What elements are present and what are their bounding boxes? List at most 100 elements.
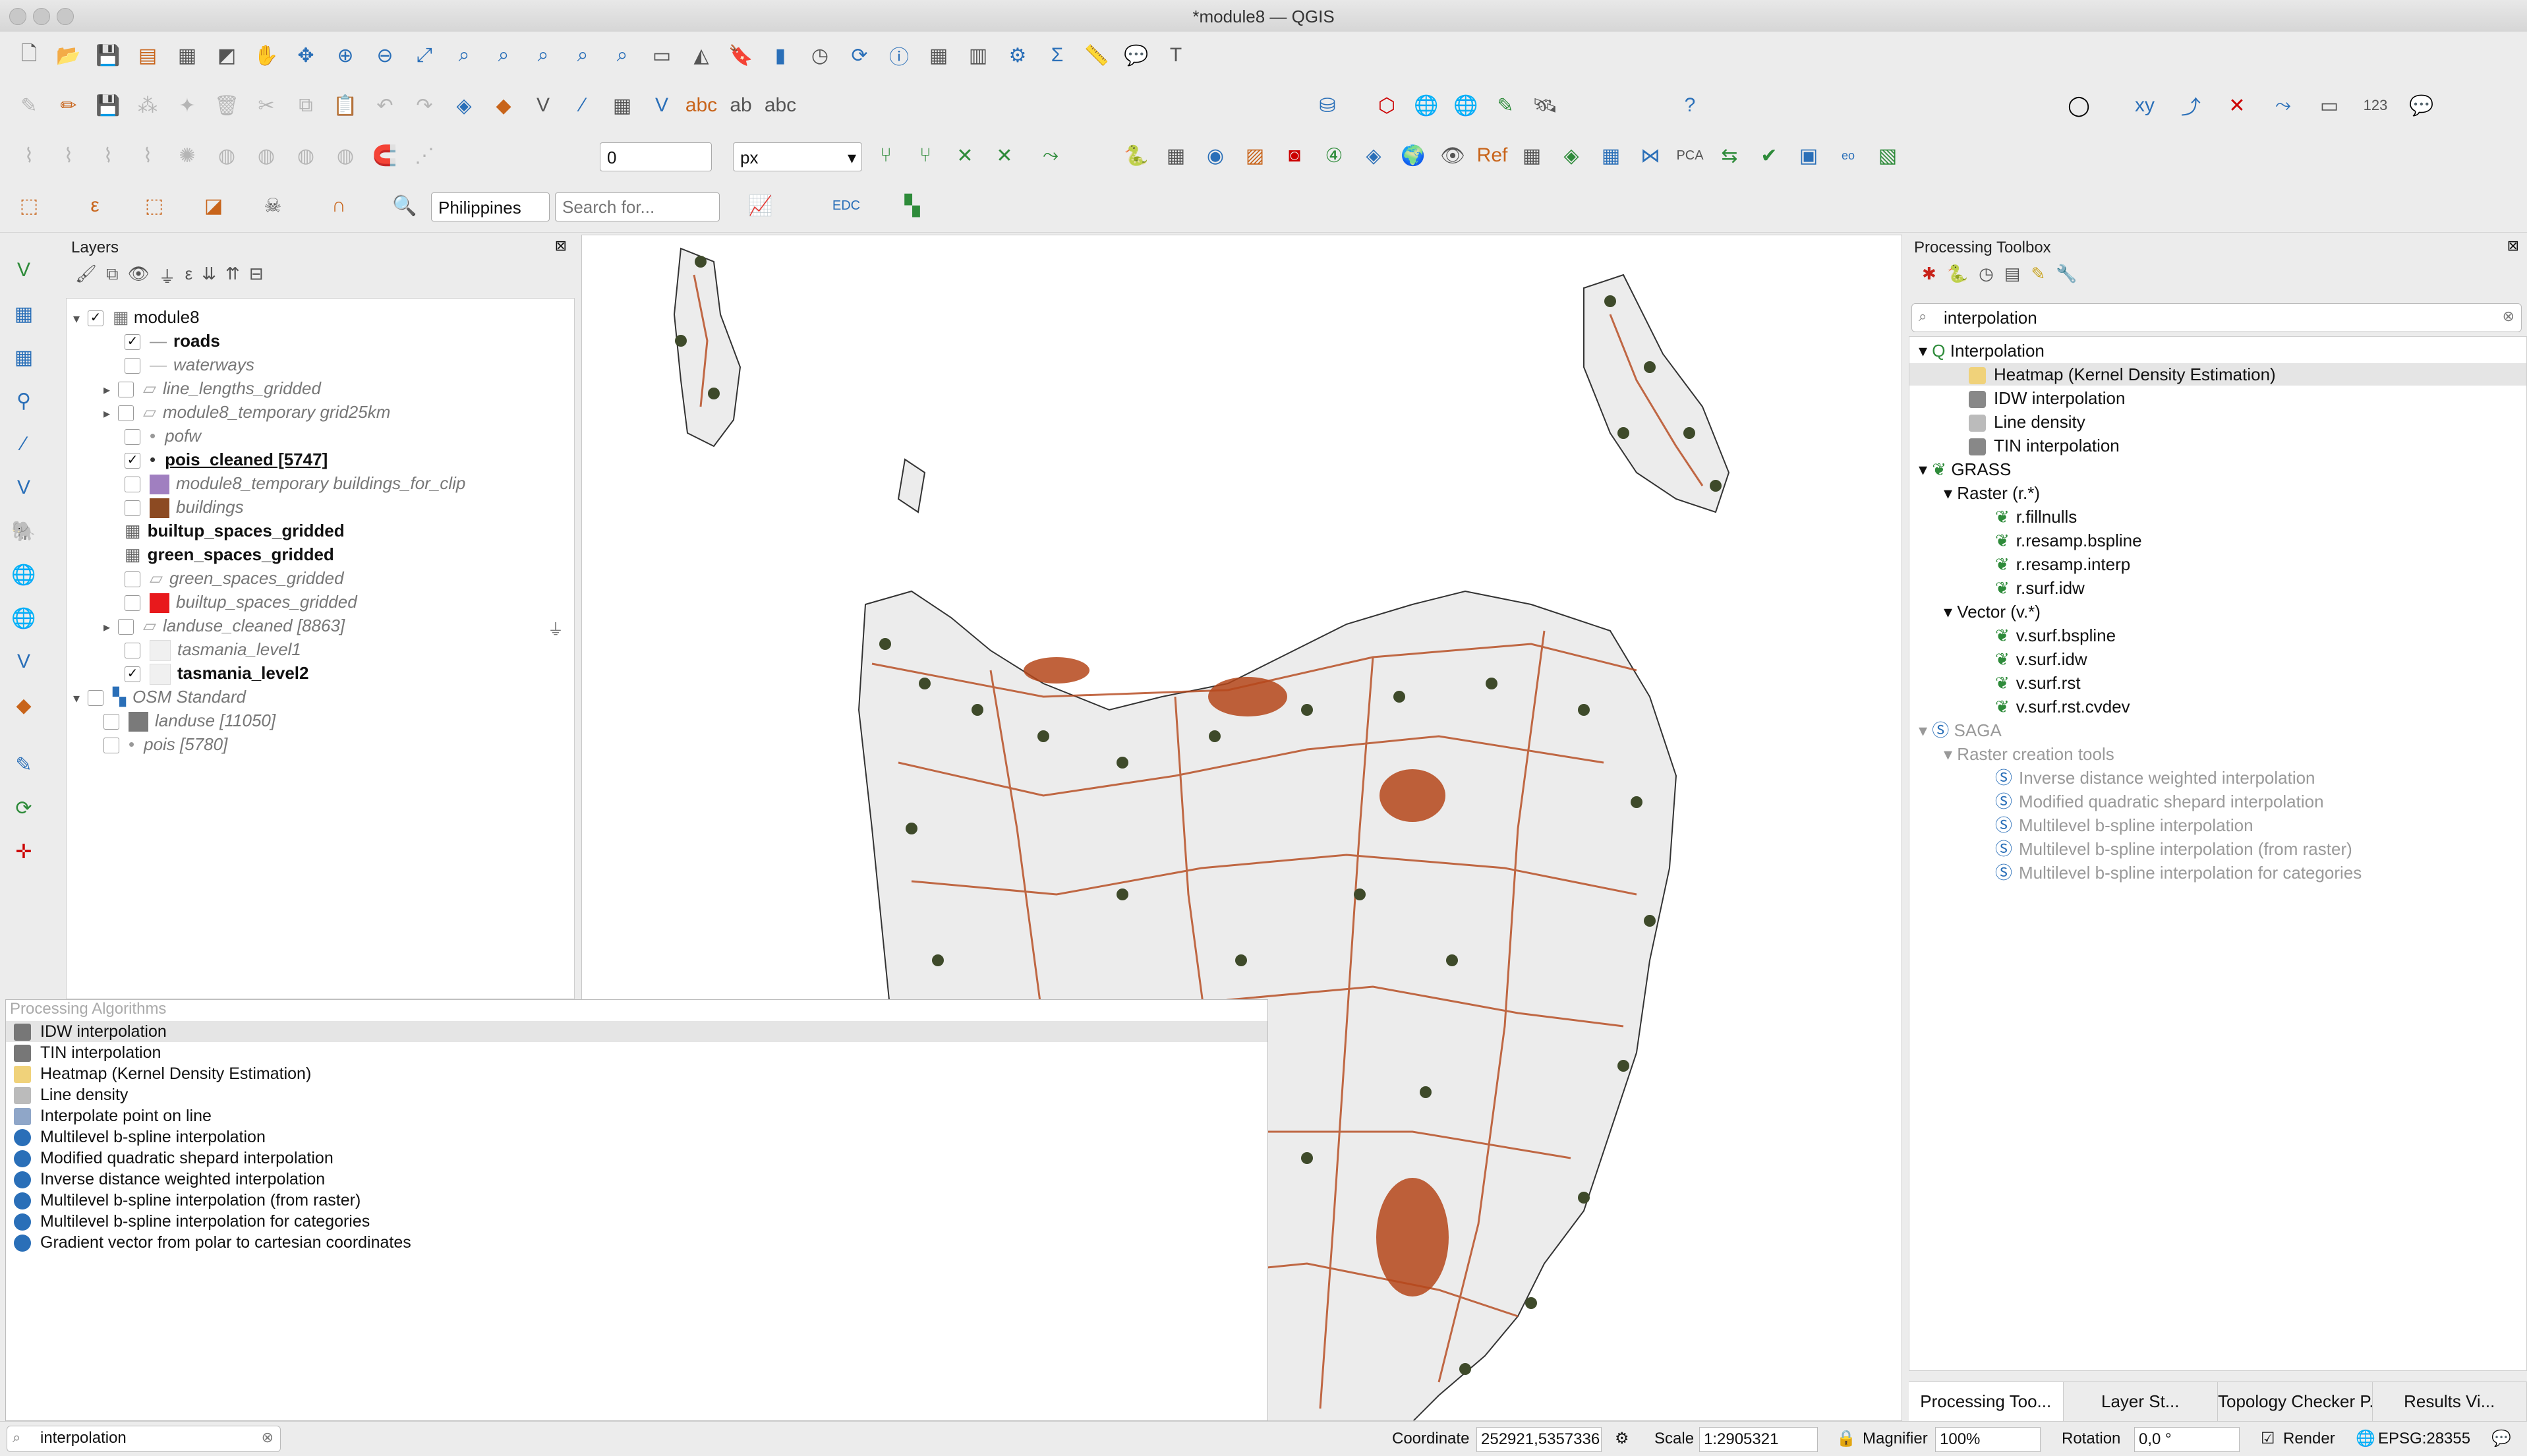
add-raster-icon[interactable]: ▦: [8, 298, 40, 330]
toggle-editing-icon[interactable]: ✏: [53, 90, 84, 121]
locator-result[interactable]: Multilevel b-spline interpolation for ca…: [6, 1211, 1267, 1232]
tree-item-grass[interactable]: ❦r.resamp.interp: [1995, 553, 2130, 575]
layer-checkbox[interactable]: [103, 714, 119, 730]
collapse-arrow-icon[interactable]: ▾: [73, 307, 88, 331]
tree-group-raster[interactable]: ▾ Raster (r.*): [1944, 482, 2040, 504]
snapping-mode-icon[interactable]: ⋰: [409, 140, 440, 171]
rotate-feature-icon[interactable]: ⌇: [92, 140, 124, 171]
models-icon[interactable]: ✱: [1922, 264, 1936, 284]
layout-manager-icon[interactable]: ▦: [171, 40, 203, 71]
expand-arrow-icon[interactable]: ▸: [103, 402, 118, 426]
add-postgis-icon[interactable]: 🐘: [8, 515, 40, 547]
layer-row[interactable]: landuse [11050]: [103, 709, 276, 732]
tree-item-grass[interactable]: ❦r.resamp.bspline: [1995, 529, 2142, 552]
text-annotation-icon[interactable]: T: [1160, 40, 1192, 71]
measure-icon[interactable]: 📏: [1081, 40, 1113, 71]
layer-row[interactable]: •pois [5780]: [103, 732, 227, 756]
numbering-tool-icon[interactable]: 123: [2360, 90, 2391, 121]
select-by-expression-icon[interactable]: ε: [79, 190, 111, 221]
layer-row[interactable]: module8_temporary buildings_for_clip: [125, 471, 465, 495]
clear-search-icon[interactable]: ⊗: [2503, 308, 2514, 325]
plugin-network-icon[interactable]: ⋈: [1635, 140, 1666, 171]
simplify-icon[interactable]: ⌇: [132, 140, 163, 171]
results-icon[interactable]: ▤: [2004, 264, 2021, 284]
tree-item-grass[interactable]: ❦v.surf.rst: [1995, 672, 2081, 694]
ruler-tool-icon[interactable]: ▭: [2313, 90, 2345, 121]
layer-row[interactable]: ✓—roads: [125, 329, 220, 353]
zoom-full-icon[interactable]: ⤢: [409, 40, 440, 71]
attribute-table-icon[interactable]: ▦: [923, 40, 954, 71]
layer-row[interactable]: builtup_spaces_gridded: [125, 590, 357, 614]
hexagon-icon[interactable]: ⬡: [1371, 90, 1403, 121]
fill-ring-icon[interactable]: ◍: [250, 140, 282, 171]
layer-row[interactable]: ▱green_spaces_gridded: [125, 566, 344, 590]
layer-checkbox[interactable]: [125, 643, 140, 658]
plugin-red-icon[interactable]: ◙: [1279, 140, 1310, 171]
bearing-tool-icon[interactable]: ⤳: [2267, 90, 2299, 121]
save-edits-icon[interactable]: 💾: [92, 90, 124, 121]
save-project-icon[interactable]: 💾: [92, 40, 124, 71]
circle-icon[interactable]: ◯: [2063, 90, 2095, 121]
tab-topology-checker[interactable]: Topology Checker P...: [2218, 1382, 2373, 1422]
locator-result[interactable]: Inverse distance weighted interpolation: [6, 1169, 1267, 1190]
locator-result[interactable]: Modified quadratic shepard interpolation: [6, 1148, 1267, 1169]
locator-result[interactable]: Heatmap (Kernel Density Estimation): [6, 1063, 1267, 1084]
vertex-editor-icon[interactable]: ⑂: [910, 140, 941, 171]
label-toolbar-icon[interactable]: abc: [685, 90, 717, 121]
plugin-ref-icon[interactable]: Ref: [1476, 140, 1508, 171]
add-vector-layer-icon[interactable]: ◈: [448, 90, 480, 121]
layer-row[interactable]: buildings: [125, 495, 244, 519]
layer-checkbox[interactable]: [125, 571, 140, 587]
new-project-icon[interactable]: 🗋: [13, 40, 45, 71]
xy-tool-icon[interactable]: xy: [2129, 90, 2161, 121]
layer-row[interactable]: ▸▱module8_temporary grid25km: [103, 400, 390, 424]
clear-search-icon[interactable]: ⊗: [262, 1429, 274, 1446]
split-icon[interactable]: ✕: [949, 140, 981, 171]
collapse-arrow-icon[interactable]: ▾: [1944, 483, 1952, 503]
crosshair-icon[interactable]: ✛: [8, 836, 40, 867]
locator-result[interactable]: Line density: [6, 1084, 1267, 1105]
add-wcs-icon[interactable]: V: [8, 646, 40, 678]
layer-checkbox[interactable]: [118, 405, 134, 421]
tab-processing-toolbox[interactable]: Processing Too...: [1909, 1382, 2064, 1422]
collapse-arrow-icon[interactable]: ▾: [1919, 459, 1927, 479]
tree-item-idw[interactable]: IDW interpolation: [1969, 387, 2125, 409]
new-print-layout-icon[interactable]: ▤: [132, 40, 163, 71]
undo-icon[interactable]: ↶: [369, 90, 401, 121]
plugin-pca-icon[interactable]: PCA: [1674, 140, 1706, 171]
plugin-4-icon[interactable]: ④: [1318, 140, 1350, 171]
tree-item-grass[interactable]: ❦v.surf.rst.cvdev: [1995, 695, 2130, 718]
delete-ring-icon[interactable]: ◍: [290, 140, 322, 171]
open-project-icon[interactable]: 📂: [53, 40, 84, 71]
satellite-icon[interactable]: 🛰: [1529, 90, 1561, 121]
layer-checkbox[interactable]: [125, 595, 140, 611]
plugin-layers-icon[interactable]: ◈: [1358, 140, 1389, 171]
coordinate-field[interactable]: 252921,5357336: [1476, 1427, 1602, 1452]
snap-unit-select[interactable]: px ▾: [733, 142, 862, 171]
render-checkbox[interactable]: ☑: [2261, 1427, 2275, 1451]
new-shapefile-icon[interactable]: V: [8, 254, 40, 286]
plugin-grid-icon[interactable]: ▦: [1160, 140, 1192, 171]
plugin-grid-2-icon[interactable]: ▦: [1595, 140, 1627, 171]
history-icon[interactable]: ◷: [1979, 264, 1994, 284]
digitize-icon[interactable]: V: [527, 90, 559, 121]
collapse-all-icon[interactable]: ⇈: [225, 264, 240, 288]
add-vector-tile-icon[interactable]: V: [646, 90, 678, 121]
zoom-out-icon[interactable]: ⊖: [369, 40, 401, 71]
advanced-digitize-icon[interactable]: ⌇: [13, 140, 45, 171]
layer-checkbox[interactable]: [118, 619, 134, 635]
plugin-sync-icon[interactable]: ⇆: [1714, 140, 1745, 171]
plugin-stack-icon[interactable]: ◈: [1555, 140, 1587, 171]
delete-selected-icon[interactable]: 🗑: [211, 90, 243, 121]
collapse-arrow-icon[interactable]: ▾: [1944, 744, 1952, 764]
cut-features-icon[interactable]: ✂: [250, 90, 282, 121]
snap-tolerance-input[interactable]: 0: [600, 142, 712, 171]
annotation-tool-icon[interactable]: 💬: [2406, 90, 2437, 121]
zoom-layer-icon[interactable]: ⌕: [488, 40, 519, 71]
tree-item-heatmap[interactable]: Heatmap (Kernel Density Estimation): [1909, 363, 2526, 386]
layer-checkbox[interactable]: [88, 690, 103, 706]
delete-part-icon[interactable]: ◍: [330, 140, 361, 171]
layer-row[interactable]: ▦green_spaces_gridded: [125, 542, 334, 566]
expand-arrow-icon[interactable]: ▸: [103, 616, 118, 639]
layer-row[interactable]: •pofw: [125, 424, 201, 448]
